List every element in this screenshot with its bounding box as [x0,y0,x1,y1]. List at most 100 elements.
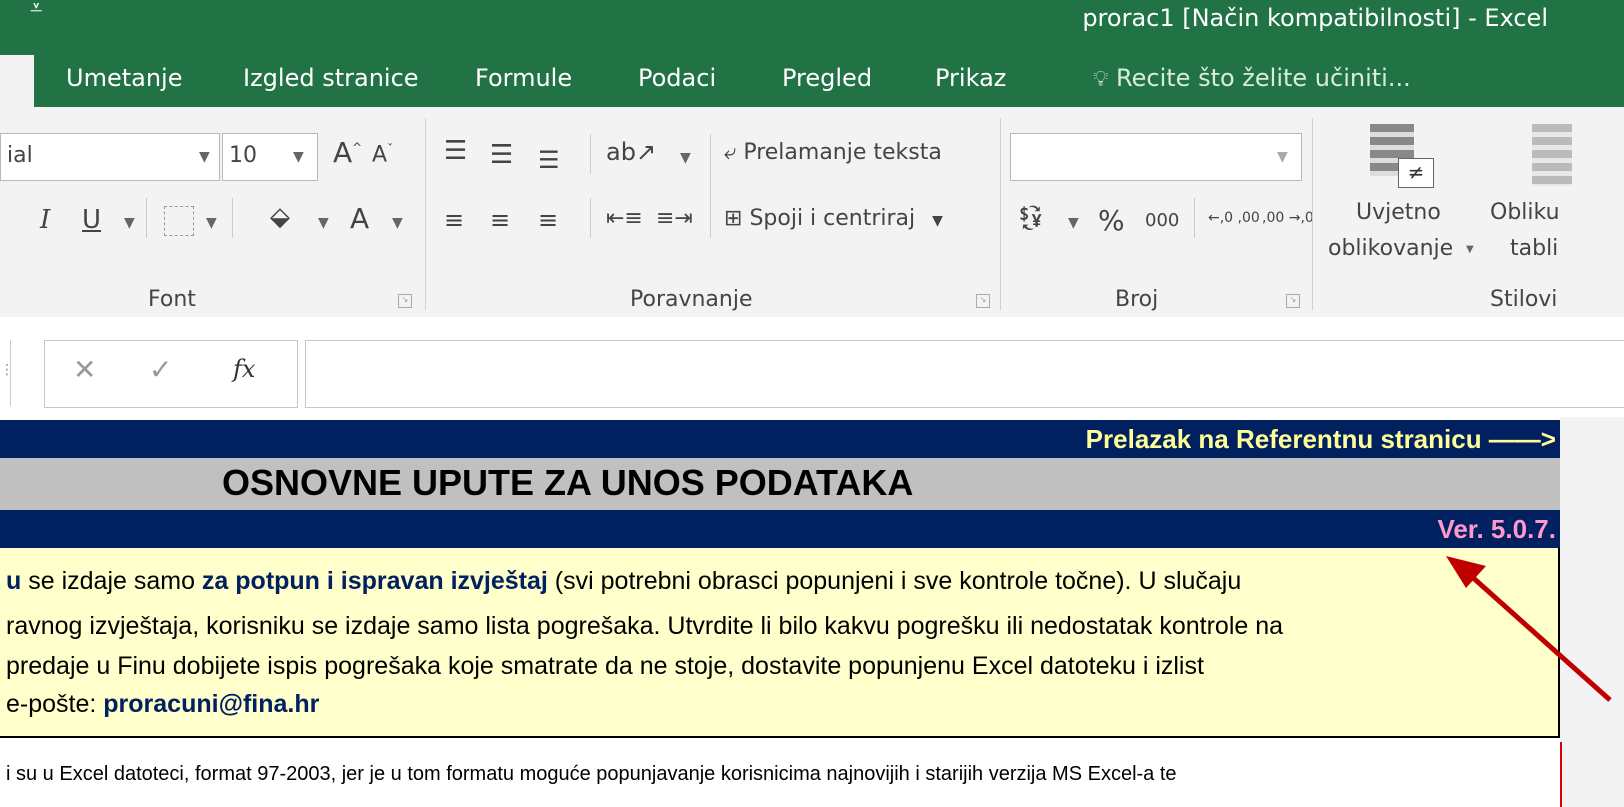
version-label: Ver. 5.0.7. [1437,514,1556,544]
italic-button[interactable]: I [40,205,50,235]
tab-active-partial[interactable] [0,55,34,107]
underline-button[interactable]: U [82,205,101,235]
name-box-edge: ⋮ [0,340,14,406]
group-separator [1000,118,1001,310]
dialog-launcher-icon[interactable]: ↘ [1286,294,1300,308]
font-size-combo[interactable]: 10 ▼ [222,133,318,181]
dialog-launcher-icon[interactable]: ↘ [976,294,990,308]
reference-page-link[interactable]: Prelazak na Referentnu stranicu ——> [1086,420,1556,458]
merge-center-button[interactable]: ⊞ Spoji i centriraj ▼ [724,206,943,231]
tab-view[interactable]: Prikaz [935,64,1006,92]
conditional-formatting-label-2[interactable]: oblikovanje [1328,236,1453,261]
font-name-combo[interactable]: ial ▼ [0,133,220,181]
tab-insert[interactable]: Umetanje [66,64,182,92]
number-format-combo[interactable]: ▼ [1010,133,1302,181]
right-column-area [1560,417,1624,807]
font-color-dropdown-icon[interactable]: ▼ [392,215,403,231]
separator [710,134,711,238]
conditional-formatting-label-1[interactable]: Uvjetno [1356,200,1441,225]
align-right-icon[interactable]: ≡ [538,206,558,234]
percent-button[interactable]: % [1098,204,1125,237]
sheet-text-line: i su u Excel datoteci, format 97-2003, j… [6,763,1177,785]
align-bottom-icon[interactable]: ☰ [538,146,560,174]
underline-dropdown-icon[interactable]: ▼ [124,215,135,231]
cancel-icon[interactable]: ✕ [73,353,96,386]
lightbulb-icon: 💡︎ [1093,67,1109,92]
thousands-button[interactable]: 000 [1145,210,1179,231]
borders-icon[interactable] [164,206,194,236]
chevron-down-icon: ▼ [199,149,210,165]
line1-emphasis: za potpun i ispravan izvještaj [201,567,548,595]
tab-review[interactable]: Pregled [782,64,872,92]
group-label-number: Broj [1115,287,1159,312]
separator [590,134,591,174]
enter-icon[interactable]: ✓ [149,353,172,386]
tell-me-search[interactable]: 💡︎ Recite što želite učiniti... [1093,64,1411,92]
increase-decimal-button[interactable]: ←,0 ,00 [1208,210,1260,226]
merge-center-icon: ⊞ [724,206,743,231]
font-color-button[interactable]: A [350,202,369,235]
separator [146,198,147,238]
align-center-icon[interactable]: ≡ [490,206,510,234]
line1-text: se izdaje samo [21,567,202,595]
chevron-down-icon: ▼ [932,213,943,229]
chevron-down-icon: ▼ [1466,244,1474,255]
accounting-dropdown-icon[interactable]: ▼ [1068,215,1079,231]
borders-dropdown-icon[interactable]: ▼ [206,215,217,231]
tab-formulas[interactable]: Formule [475,64,572,92]
navy-band-version [0,510,1560,548]
instruction-line-1: u se izdaje samo za potpun i ispravan iz… [6,567,1241,596]
fill-color-icon[interactable]: ⬙ [270,202,290,232]
group-label-alignment: Poravnanje [630,287,753,312]
tell-me-text: Recite što želite učiniti... [1116,64,1411,92]
grow-font-icon: A [333,136,353,169]
group-label-styles: Stilovi [1490,287,1558,312]
wrap-text-button[interactable]: ⤶ Prelamanje teksta [724,140,942,165]
instruction-line-4: e-pošte: proracuni@fina.hr [6,690,319,719]
align-top-icon[interactable]: ☰ [444,136,467,166]
separator [1194,198,1195,238]
grow-font-button[interactable]: A^ [333,136,362,169]
accounting-format-icon[interactable]: 💱︎ [1016,204,1046,232]
wrap-text-icon: ⤶ [724,140,737,165]
decrease-decimal-button[interactable]: ,00 →,0 [1262,210,1314,226]
email-address[interactable]: proracuni@fina.hr [103,690,319,718]
sheet-heading: OSNOVNE UPUTE ZA UNOS PODATAKA [222,462,914,503]
format-as-table-label-1[interactable]: Obliku [1490,200,1560,225]
format-as-table-icon [1532,124,1572,186]
chevron-down-icon: ▼ [293,149,304,165]
group-separator [425,118,426,310]
wrap-text-label: Prelamanje teksta [743,140,942,165]
line1-bold-start: u [6,567,22,595]
window-title: prorac1 [Način kompatibilnosti] - Excel [1082,4,1548,32]
chevron-down-icon: ▼ [1277,149,1288,165]
align-middle-icon[interactable]: ☰ [490,140,513,170]
font-size-value: 10 [229,143,257,168]
orientation-dropdown-icon[interactable]: ▼ [680,150,691,166]
quick-access-dropdown-icon[interactable]: ⩡ [30,0,42,21]
formula-input[interactable] [305,340,1624,408]
merge-center-label: Spoji i centriraj [749,206,916,231]
increase-indent-icon[interactable]: ≡⇥ [656,206,693,231]
format-as-table-label-2[interactable]: tabli [1510,236,1558,261]
formula-buttons: ✕ ✓ fx [44,340,298,408]
tab-page-layout[interactable]: Izgled stranice [243,64,419,92]
orientation-icon[interactable]: ab↗ [606,138,656,166]
conditional-formatting-icon: ≠ [1370,124,1434,188]
align-left-icon[interactable]: ≡ [444,206,464,234]
email-prefix: e-pošte: [6,690,104,718]
shrink-font-icon: A [372,142,388,168]
instruction-line-2: ravnog izvještaja, korisniku se izdaje s… [6,612,1284,640]
separator [590,198,591,238]
font-name-value: ial [7,143,33,168]
dialog-launcher-icon[interactable]: ↘ [398,294,412,308]
instruction-line-3: predaje u Finu dobijete ispis pogrešaka … [6,652,1204,680]
group-label-font: Font [148,287,196,312]
red-border-line [1560,742,1562,807]
shrink-font-button[interactable]: Aˇ [372,142,393,167]
tab-data[interactable]: Podaci [638,64,716,92]
fill-color-dropdown-icon[interactable]: ▼ [318,215,329,231]
line1-text-end: (svi potrebni obrasci popunjeni i sve ko… [547,567,1242,595]
decrease-indent-icon[interactable]: ⇤≡ [606,206,643,231]
insert-function-icon[interactable]: fx [233,355,255,383]
